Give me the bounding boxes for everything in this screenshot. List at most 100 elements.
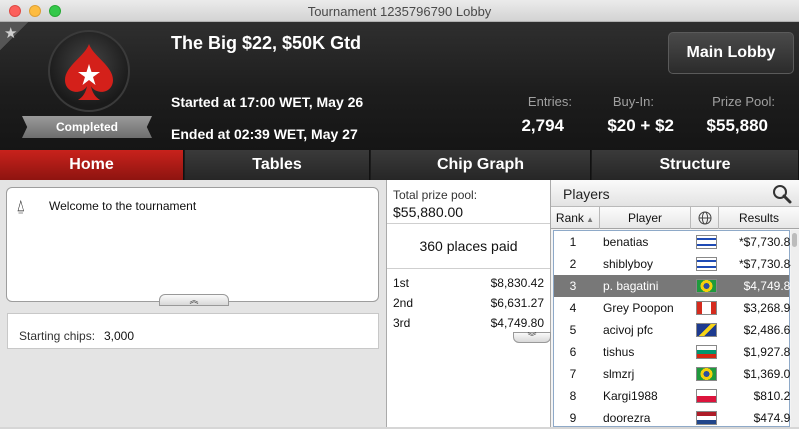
title-bar: Tournament 1235796790 Lobby: [0, 0, 799, 22]
expand-prizes-button[interactable]: ︾: [513, 332, 551, 343]
player-result: $1,927.86: [743, 345, 797, 359]
players-title: Players: [563, 186, 610, 202]
welcome-message: Welcome to the tournament: [49, 199, 197, 213]
player-result: $1,369.06: [743, 367, 797, 381]
chevron-down-icon: ︾: [527, 332, 537, 342]
player-name: doorezra: [603, 411, 651, 425]
prize-place: 3rd: [393, 316, 411, 330]
player-result: *$7,730.85: [738, 235, 797, 249]
main-lobby-button[interactable]: Main Lobby: [668, 32, 794, 74]
player-row[interactable]: 4 Grey Poopon $3,268.98: [554, 297, 797, 319]
expand-welcome-button[interactable]: ︽: [159, 294, 229, 306]
player-row[interactable]: 2 shiblyboy *$7,730.84: [554, 253, 797, 275]
players-panel: Players Rank ▲ Player Results 1 benatias…: [551, 180, 799, 427]
player-rank: 1: [569, 235, 577, 249]
player-name: p. bagatini: [603, 279, 659, 293]
prizepool-label: Prize Pool:: [712, 94, 775, 109]
prizepool-value: $55,880: [706, 116, 768, 135]
prize-row: 3rd $4,749.80: [387, 312, 550, 332]
end-time: Ended at 02:39 WET, May 27: [171, 126, 358, 142]
starting-chips-label: Starting chips:: [19, 329, 96, 343]
prize-place: 2nd: [393, 296, 414, 310]
favorite-star-button[interactable]: ★: [0, 22, 28, 50]
netherlands-flag-icon: [696, 411, 717, 425]
player-result: *$7,730.84: [738, 257, 797, 271]
prize-row: 1st $8,830.42: [387, 272, 550, 292]
player-row-selected[interactable]: 3 p. bagatini $4,749.80: [554, 275, 797, 297]
player-row[interactable]: 7 slmzrj $1,369.06: [554, 363, 797, 385]
search-players-button[interactable]: [767, 183, 797, 205]
player-column-header[interactable]: Player: [600, 207, 691, 229]
player-name: Kargi1988: [603, 389, 658, 403]
tab-structure[interactable]: Structure: [592, 150, 799, 180]
player-result: $2,486.66: [743, 323, 797, 337]
prize-place: 1st: [393, 276, 410, 290]
israel-flag-icon: [696, 257, 717, 271]
places-paid: 360 places paid: [419, 238, 518, 254]
player-rank: 6: [569, 345, 577, 359]
player-name: tishus: [603, 345, 635, 359]
brazil-flag-icon: [696, 367, 717, 381]
star-icon: ★: [4, 25, 18, 42]
prize-row: 2nd $6,631.27: [387, 292, 550, 312]
country-column-header[interactable]: [691, 207, 719, 229]
chevron-up-icon: ︽: [189, 295, 199, 305]
prize-panel: Total prize pool: $55,880.00 360 places …: [386, 180, 551, 427]
total-prize-label: Total prize pool:: [393, 188, 478, 202]
brazil-flag-icon: [696, 279, 717, 293]
start-time: Started at 17:00 WET, May 26: [171, 94, 364, 110]
players-scrollbar[interactable]: [791, 230, 799, 427]
scrollbar-thumb[interactable]: [792, 233, 797, 247]
tournament-name: The Big $22, $50K Gtd: [171, 33, 362, 53]
buyin-label: Buy-In:: [612, 94, 654, 109]
entries-value: 2,794: [521, 116, 564, 135]
poland-flag-icon: [696, 389, 717, 403]
israel-flag-icon: [696, 235, 717, 249]
player-row[interactable]: 5 acivoj pfc $2,486.66: [554, 319, 797, 341]
welcome-box: ⍙ Welcome to the tournament ︽: [6, 187, 379, 306]
status-badge: Completed: [22, 116, 152, 138]
player-name: shiblyboy: [603, 257, 654, 271]
prize-amount: $6,631.27: [490, 296, 544, 310]
starting-chips-value: 3,000: [104, 329, 135, 343]
prize-amount: $4,749.80: [490, 316, 544, 330]
spade-logo-icon: [65, 44, 113, 100]
player-result: $3,268.98: [743, 301, 797, 315]
bulgaria-flag-icon: [696, 345, 717, 359]
starting-chips-box: Starting chips: 3,000: [7, 313, 379, 349]
player-rank: 7: [569, 367, 577, 381]
players-list: 1 benatias *$7,730.85 2 shiblyboy *$7,73…: [553, 230, 797, 429]
results-column-header[interactable]: Results: [719, 207, 799, 229]
total-prize-value: $55,880.00: [393, 204, 464, 220]
player-name: slmzrj: [603, 367, 635, 381]
player-result: $4,749.80: [743, 279, 797, 293]
pokerstars-logo: [48, 30, 130, 112]
tab-home[interactable]: Home: [0, 150, 184, 180]
canada-flag-icon: [696, 301, 717, 315]
player-row[interactable]: 8 Kargi1988 $810.26: [554, 385, 797, 407]
player-rank: 2: [569, 257, 577, 271]
player-row[interactable]: 9 doorezra $474.98: [554, 407, 797, 429]
players-column-header: Rank ▲ Player Results: [551, 207, 799, 229]
player-rank: 9: [569, 411, 577, 425]
divider: [387, 268, 550, 269]
bosnia-flag-icon: [696, 323, 717, 337]
prize-amount: $8,830.42: [490, 276, 544, 290]
search-icon: [773, 185, 792, 204]
player-name: benatias: [603, 235, 649, 249]
sort-ascending-icon: ▲: [583, 215, 595, 224]
player-rank: 8: [569, 389, 577, 403]
players-header: Players: [551, 180, 799, 207]
player-rank: 4: [569, 301, 577, 315]
home-panel: ⍙ Welcome to the tournament ︽ Starting c…: [0, 180, 386, 427]
broadcast-antenna-icon: ⍙: [16, 198, 26, 215]
tab-bar: Home Tables Chip Graph Structure: [0, 150, 799, 180]
rank-column-header[interactable]: Rank ▲: [551, 207, 600, 229]
tab-tables[interactable]: Tables: [185, 150, 370, 180]
tab-chip-graph[interactable]: Chip Graph: [371, 150, 591, 180]
player-row[interactable]: 6 tishus $1,927.86: [554, 341, 797, 363]
buyin-value: $20 + $2: [607, 116, 674, 135]
window-title: Tournament 1235796790 Lobby: [307, 4, 492, 19]
globe-icon: [698, 211, 711, 225]
player-row[interactable]: 1 benatias *$7,730.85: [554, 231, 797, 253]
